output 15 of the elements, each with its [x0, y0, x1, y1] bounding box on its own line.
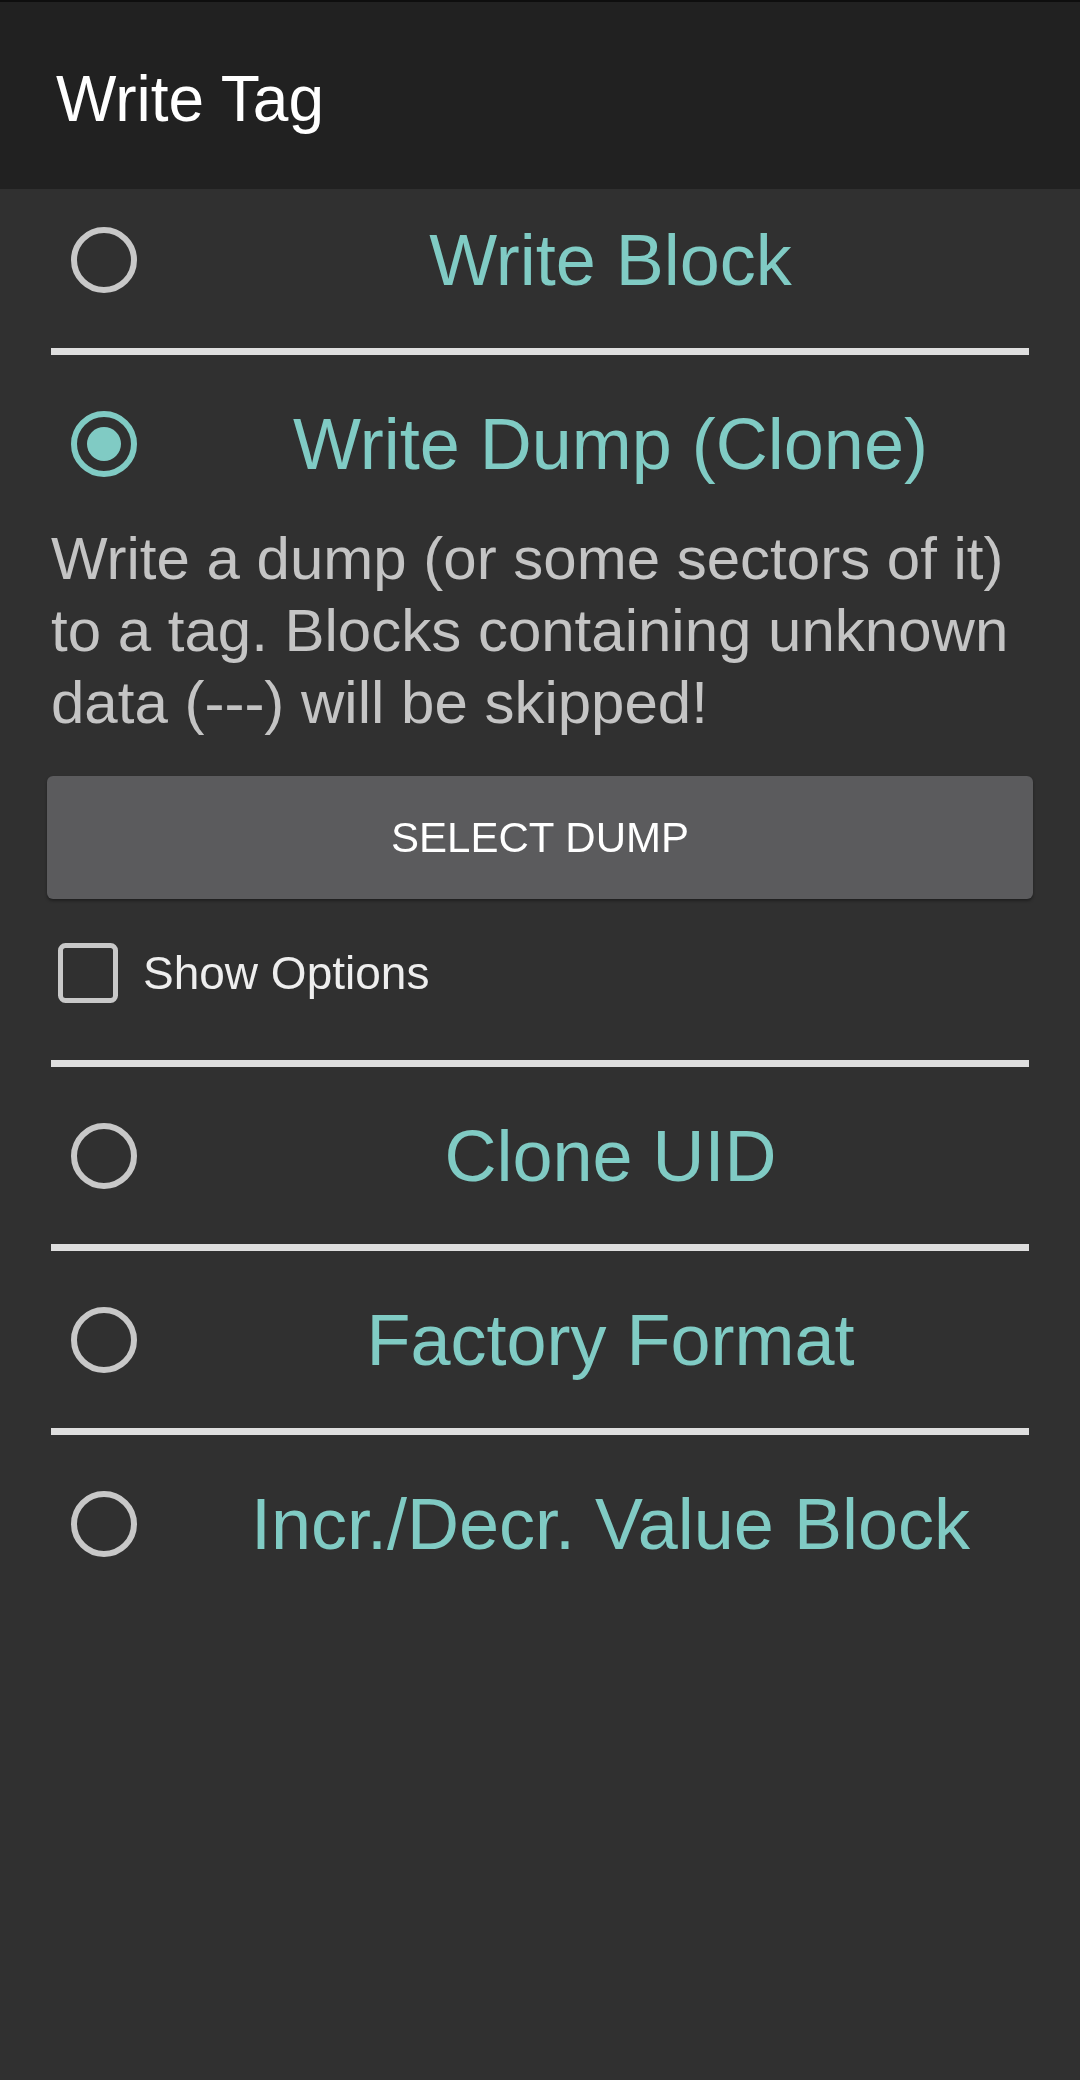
radio-button[interactable] [71, 227, 137, 293]
description-text: Write a dump (or some sectors of it) to a tag. Blocks containing unknown data (---) will be skipped! [51, 524, 1010, 738]
radio-button[interactable] [71, 1490, 137, 1557]
radio-button[interactable] [71, 1306, 137, 1373]
option-label[interactable]: Clone UID [444, 1114, 777, 1197]
option-label[interactable]: Factory Format [366, 1298, 855, 1381]
checkbox[interactable] [58, 943, 118, 1003]
checkbox-label[interactable]: Show Options [143, 946, 430, 1000]
select-dump-button[interactable]: SELECT DUMP [47, 776, 1033, 899]
radio-button[interactable] [71, 411, 137, 477]
radio-button[interactable] [71, 1122, 137, 1189]
app-title: Write Tag [56, 61, 324, 136]
option-label[interactable]: Incr./Decr. Value Block [251, 1482, 970, 1565]
option-label[interactable]: Write Block [429, 219, 792, 301]
option-label[interactable]: Write Dump (Clone) [293, 403, 928, 485]
